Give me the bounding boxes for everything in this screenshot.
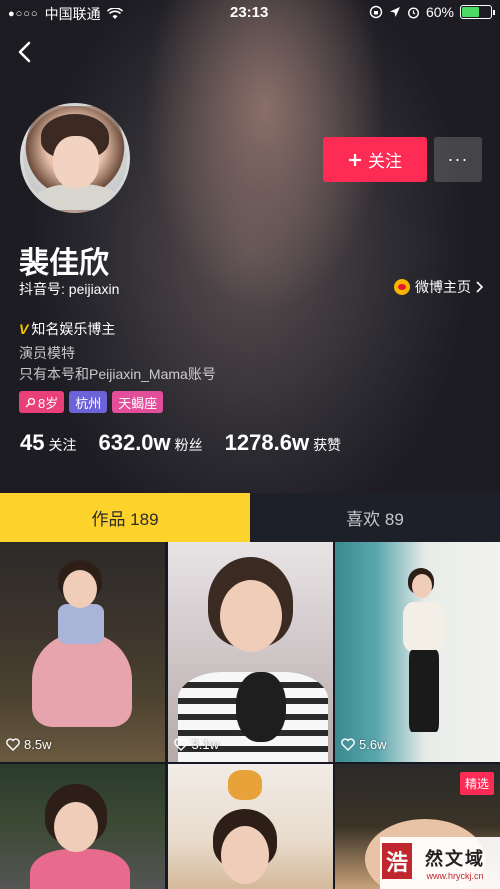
video-thumbnail[interactable]: 5.6w [335, 542, 500, 762]
battery-icon [460, 5, 495, 19]
thumbnail-rooster-sticker [227, 770, 262, 800]
weibo-icon [394, 279, 410, 295]
tab-works[interactable]: 作品 189 [0, 493, 250, 542]
wifi-icon [106, 8, 123, 19]
follow-button[interactable]: 关注 [323, 137, 427, 182]
heart-icon [173, 738, 188, 751]
weibo-link-label: 微博主页 [415, 279, 471, 295]
avatar[interactable] [20, 103, 130, 213]
followers-count: 632.0w [98, 430, 171, 455]
video-thumbnail[interactable] [167, 764, 333, 889]
orientation-lock-icon [369, 5, 383, 19]
carrier-name: 中国联通 [44, 6, 101, 22]
video-likes: 8.5w [6, 737, 51, 752]
heart-icon [341, 738, 355, 751]
site-watermark: 浩 然文域 www.hryckj.cn [380, 837, 500, 889]
status-bar: ●○○○ 中国联通 23:13 60% [0, 0, 500, 26]
plus-icon [349, 153, 361, 166]
avatar-face [53, 136, 99, 188]
profile-name: 裴佳欣 [19, 247, 109, 280]
back-arrow-icon[interactable] [14, 40, 38, 64]
signal-strength-icon: ●○○○ [8, 8, 39, 20]
following-count: 45 [20, 430, 45, 455]
status-left: ●○○○ 中国联通 [8, 4, 123, 24]
chevron-right-icon [476, 281, 484, 293]
tab-likes[interactable]: 喜欢 89 [250, 493, 500, 542]
thumbnail-microphone [235, 672, 286, 742]
tag-age: 8岁 [19, 391, 65, 413]
alarm-icon [407, 6, 419, 19]
follow-button-label: 关注 [368, 152, 402, 171]
followers-label: 粉丝 [174, 437, 203, 453]
featured-badge: 精选 [459, 772, 494, 795]
thumbnail-dress [32, 632, 132, 727]
thumbnail-face [219, 580, 282, 652]
verified-badge: V 知名娱乐博主 [19, 319, 115, 339]
weibo-link[interactable]: 微博主页 [394, 277, 484, 297]
content-tabs: 作品 189 喜欢 89 [0, 493, 500, 542]
bio-line-1: 演员模特 [19, 345, 75, 361]
video-likes: 3.1w [173, 737, 219, 752]
watermark-url: www.hryckj.cn [426, 871, 484, 881]
video-likes-count: 8.5w [24, 737, 52, 752]
followers-stat[interactable]: 632.0w 粉丝 [98, 430, 202, 456]
location-icon [389, 7, 400, 17]
video-likes-count: 5.6w [359, 737, 387, 752]
video-likes-count: 3.1w [191, 737, 219, 752]
thumbnail-jacket [30, 849, 130, 889]
thumbnail-face [54, 802, 98, 852]
watermark-badge: 浩 [382, 843, 412, 879]
following-label: 关注 [48, 437, 77, 453]
avatar-coat [33, 184, 121, 210]
profile-tags: 8岁 杭州 天蝎座 [19, 391, 164, 413]
thumbnail-face [220, 826, 269, 884]
profile-stats: 45 关注 632.0w 粉丝 1278.6w 获赞 [20, 430, 341, 456]
tag-city-label: 杭州 [75, 395, 102, 411]
thumbnail-face [412, 574, 432, 598]
following-stat[interactable]: 45 关注 [20, 430, 76, 456]
likes-stat: 1278.6w 获赞 [225, 430, 341, 456]
douyin-id: 抖音号: peijiaxin [19, 281, 120, 297]
battery-fill [462, 7, 479, 17]
thumbnail-pants [409, 650, 439, 732]
tag-zodiac-label: 天蝎座 [118, 395, 158, 411]
tag-zodiac: 天蝎座 [112, 391, 164, 413]
thumbnail-sweater [403, 602, 445, 652]
more-options-icon: ··· [447, 149, 469, 169]
tag-age-label: 8岁 [38, 395, 59, 411]
more-options-button[interactable]: ··· [434, 137, 482, 182]
status-right: 60% [369, 4, 495, 20]
likes-label: 获赞 [313, 437, 342, 453]
battery-percent: 60% [425, 4, 454, 20]
video-thumbnail[interactable]: 3.1w [167, 542, 333, 762]
female-icon [25, 397, 36, 407]
status-time: 23:13 [230, 4, 269, 21]
heart-icon [6, 738, 20, 751]
likes-count: 1278.6w [224, 430, 310, 455]
tag-city: 杭州 [69, 391, 108, 413]
bio-line-2: 只有本号和Peijiaxin_Mama账号 [19, 366, 216, 382]
thumbnail-face [63, 570, 97, 608]
thumbnail-top [58, 604, 104, 644]
video-thumbnail[interactable]: 8.5w [0, 542, 165, 762]
verified-text: 知名娱乐博主 [31, 321, 116, 337]
video-thumbnail[interactable] [0, 764, 165, 889]
verified-v-icon: V [19, 321, 29, 337]
watermark-main: 然文域 [425, 849, 485, 869]
video-likes: 5.6w [341, 737, 386, 752]
